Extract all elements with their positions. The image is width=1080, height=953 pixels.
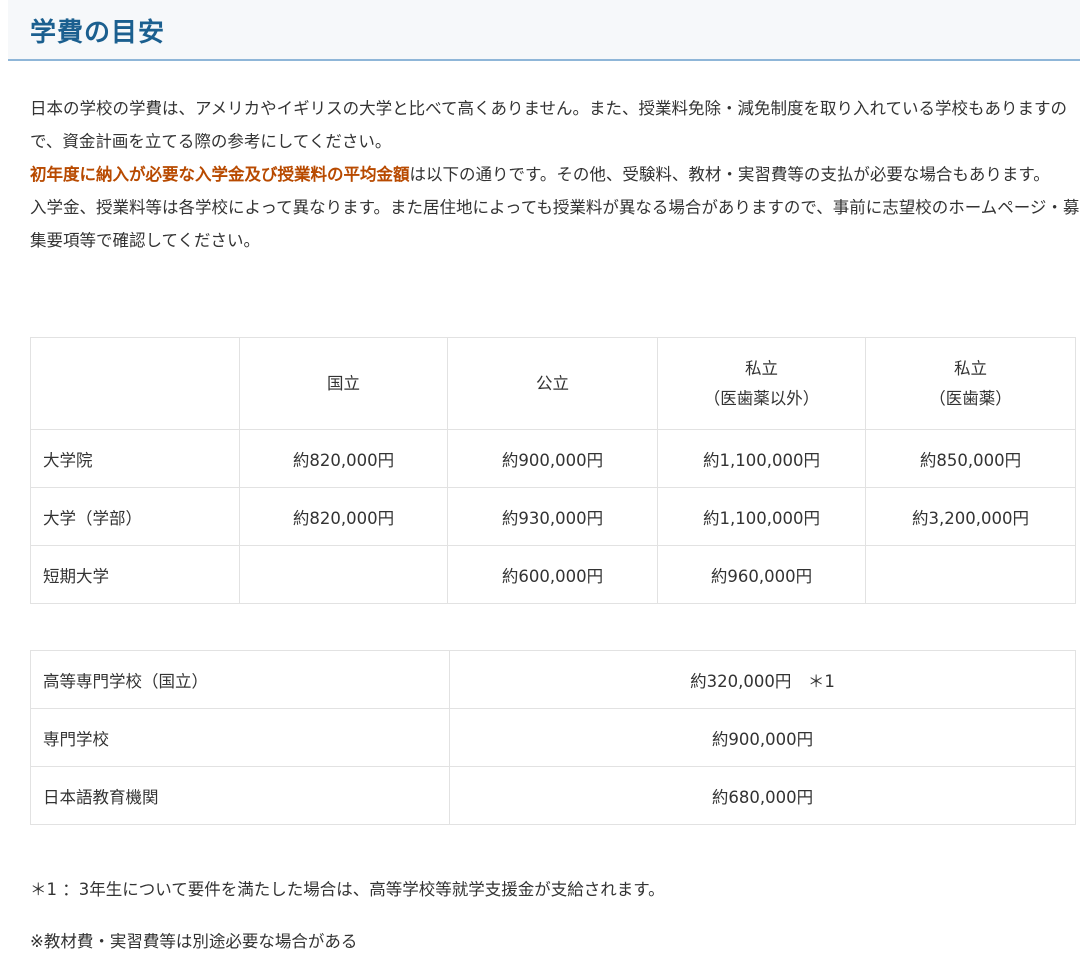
table-row: 大学院 約820,000円 約900,000円 約1,100,000円 約850… <box>30 429 1076 488</box>
section-header: 学費の目安 <box>8 0 1080 61</box>
tuition-fees-table: 国立 公立 私立 （医歯薬以外） 私立 （医歯薬） 大学院 約820,000円 約9… <box>30 337 1076 604</box>
table-row: 短期大学 約600,000円 約960,000円 <box>30 545 1076 604</box>
table-cell: 約850,000円 <box>865 429 1076 488</box>
header-public: 公立 <box>447 337 658 430</box>
table-cell: 約600,000円 <box>447 545 658 604</box>
header-private-general: 私立 （医歯薬以外） <box>657 337 866 430</box>
table-cell: 約1,100,000円 <box>657 429 866 488</box>
highlight-text: 初年度に納入が必要な入学金及び授業料の平均金額 <box>30 165 410 184</box>
row-label: 大学院 <box>30 429 240 488</box>
table-cell: 約820,000円 <box>239 487 448 546</box>
header-empty <box>30 337 240 430</box>
other-schools-table: 高等専門学校（国立） 約320,000円 ＊1 専門学校 約900,000円 日… <box>30 650 1076 825</box>
table-row: 高等専門学校（国立） 約320,000円 ＊1 <box>30 650 1076 709</box>
table-cell: 約930,000円 <box>447 487 658 546</box>
row-label: 日本語教育機関 <box>30 766 450 825</box>
footnote: ＊1 ：3年生について要件を満たした場合は、高等学校等就学支援金が支給されます。 <box>30 880 665 899</box>
table-row: 大学（学部） 約820,000円 約930,000円 約1,100,000円 約… <box>30 487 1076 546</box>
table-cell: 約820,000円 <box>239 429 448 488</box>
row-label: 大学（学部） <box>30 487 240 546</box>
note-materials: ※教材費・実習費等は別途必要な場合がある <box>30 932 358 951</box>
intro-paragraph-1: 日本の学校の学費は、アメリカやイギリスの大学と比べて高くありません。また、授業料… <box>30 99 1068 151</box>
table-cell: 約680,000円 <box>449 766 1076 825</box>
table-cell: 約960,000円 <box>657 545 866 604</box>
table-cell: 約900,000円 <box>449 708 1076 767</box>
intro-paragraph-2: 初年度に納入が必要な入学金及び授業料の平均金額は以下の通りです。その他、受験料、… <box>30 158 1080 191</box>
row-label: 高等専門学校（国立） <box>30 650 450 709</box>
table-cell: 約320,000円 ＊1 <box>449 650 1076 709</box>
intro-paragraph-3: 入学金、授業料等は各学校によって異なります。また居住地によっても授業料が異なる場… <box>30 198 1080 250</box>
table-cell <box>239 545 448 604</box>
table-cell: 約3,200,000円 <box>865 487 1076 546</box>
table-cell: 約1,100,000円 <box>657 487 866 546</box>
table-row: 日本語教育機関 約680,000円 <box>30 766 1076 825</box>
intro-paragraph-2-rest: は以下の通りです。その他、受験料、教材・実習費等の支払が必要な場合もあります。 <box>409 165 1050 184</box>
intro-text: 日本の学校の学費は、アメリカやイギリスの大学と比べて高くありません。また、授業料… <box>30 92 1080 257</box>
row-label: 専門学校 <box>30 708 450 767</box>
page-title: 学費の目安 <box>30 18 166 48</box>
header-national: 国立 <box>239 337 448 430</box>
row-label: 短期大学 <box>30 545 240 604</box>
table-header-row: 国立 公立 私立 （医歯薬以外） 私立 （医歯薬） <box>30 337 1076 430</box>
table-row: 専門学校 約900,000円 <box>30 708 1076 767</box>
table-cell: 約900,000円 <box>447 429 658 488</box>
table-cell <box>865 545 1076 604</box>
header-private-medical: 私立 （医歯薬） <box>865 337 1076 430</box>
